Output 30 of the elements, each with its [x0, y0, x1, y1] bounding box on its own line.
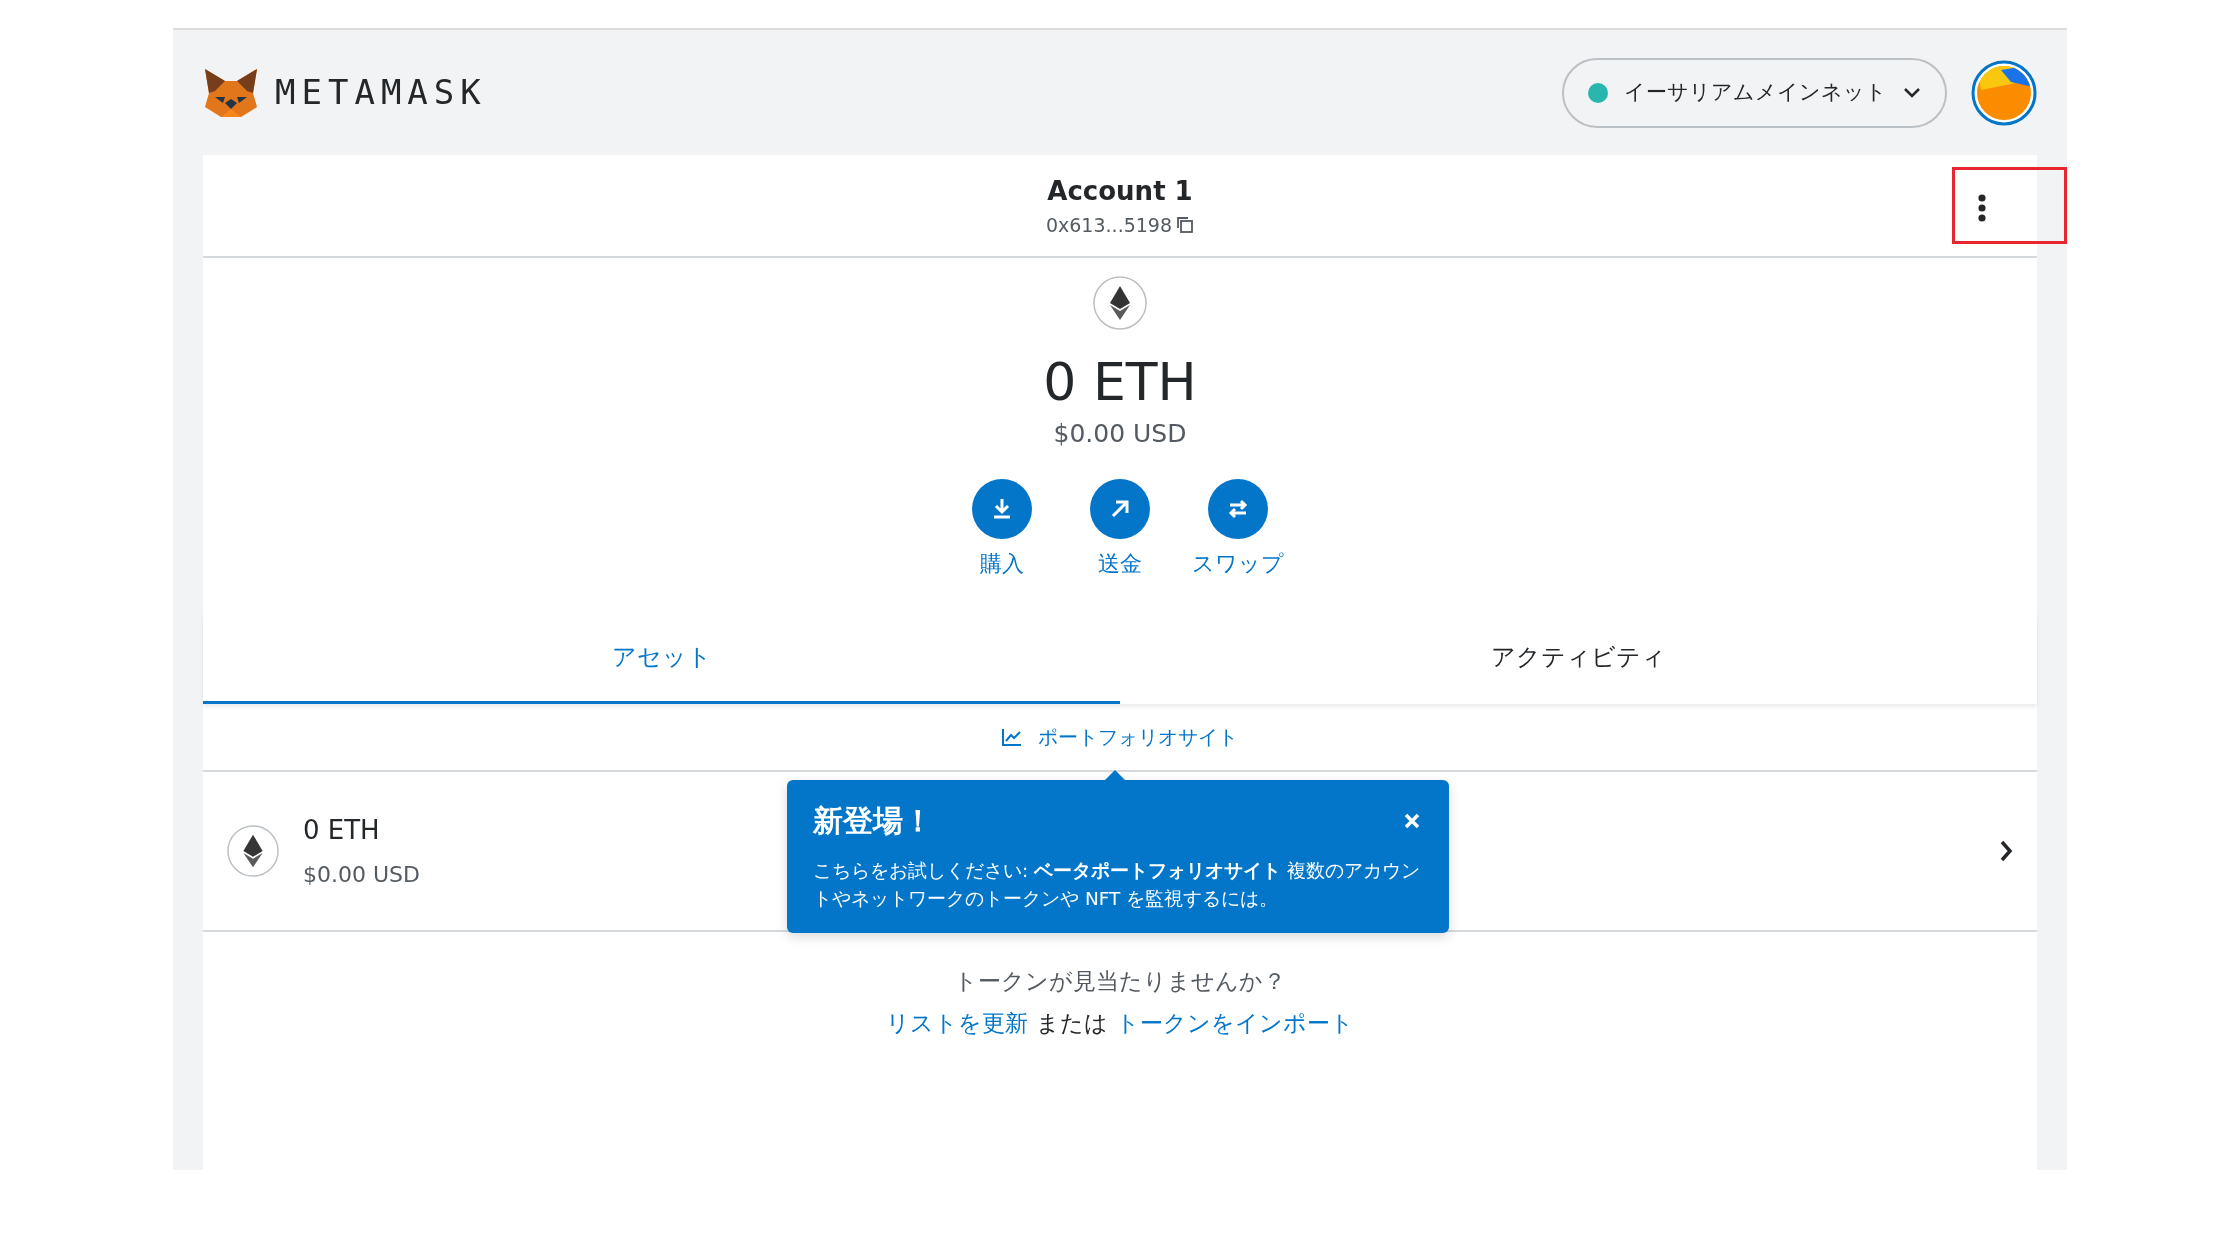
kebab-menu-icon — [1977, 194, 1987, 222]
or-text: または — [1036, 1009, 1108, 1039]
network-selector[interactable]: イーサリアムメインネット — [1562, 57, 1947, 128]
asset-fiat-value: $0.00 USD — [303, 860, 420, 889]
balance-amount: 0 ETH — [1043, 354, 1197, 412]
fox-logo-icon — [203, 66, 259, 119]
portfolio-link[interactable]: ポートフォリオサイト — [1002, 721, 1238, 752]
buy-button[interactable]: 購入 — [947, 478, 1057, 580]
missing-tokens-question: トークンが見当たりませんか？ — [954, 966, 1286, 996]
asset-amount: 0 ETH — [303, 813, 381, 847]
tab[interactable]: アセット — [203, 613, 1120, 704]
account-avatar[interactable] — [1971, 59, 2037, 126]
popover-message: こちらをお試しください: ベータポートフォリオサイト 複数のアカウントやネットワークのトークンや NFT を監視するには。 — [813, 859, 1421, 911]
chevron-down-icon — [1903, 86, 1921, 99]
account-address[interactable]: 0x613...5198 — [1045, 210, 1173, 240]
balance-fiat: $0.00 USD — [1053, 418, 1187, 451]
copy-icon[interactable] — [1176, 216, 1195, 234]
chevron-right-icon — [1999, 838, 2013, 863]
chart-icon — [1002, 727, 1022, 746]
account-name: Account 1 — [1047, 174, 1193, 208]
send-button[interactable]: 送金 — [1065, 478, 1175, 580]
status-dot-icon — [1588, 82, 1608, 103]
ethereum-icon — [1093, 276, 1147, 330]
refresh-list-link[interactable]: リストを更新 — [886, 1006, 1028, 1041]
ethereum-icon — [227, 824, 279, 877]
tab[interactable]: アクティビティ — [1120, 613, 2037, 704]
import-tokens-link[interactable]: トークンをインポート — [1116, 1006, 1354, 1041]
logo-text: METAMASK — [275, 71, 487, 114]
popover-title: 新登場！ — [813, 802, 933, 840]
swap-button[interactable]: スワップ — [1183, 478, 1293, 580]
